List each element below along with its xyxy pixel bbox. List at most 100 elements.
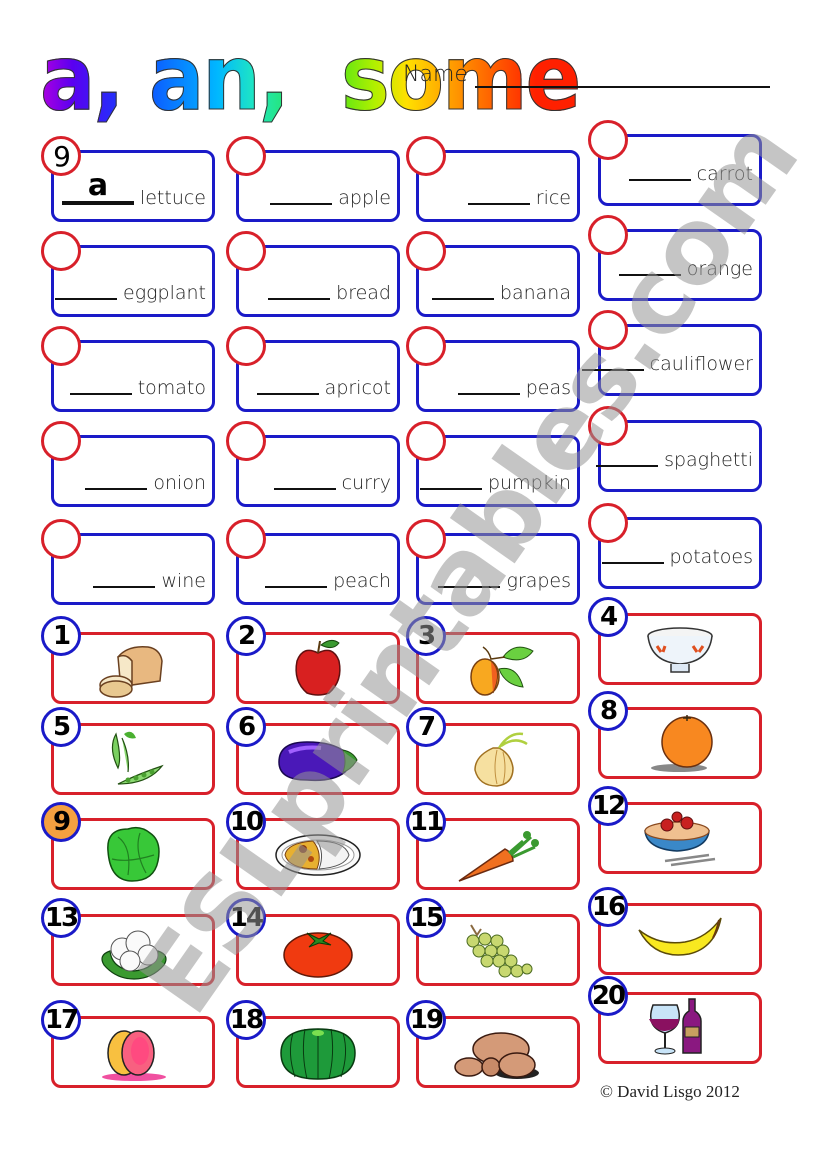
answer-blank[interactable]: [55, 278, 118, 300]
picture-number: 20: [591, 981, 626, 1011]
answer-blank[interactable]: [431, 278, 494, 300]
picture-number: 4: [599, 602, 618, 632]
picture-number: 12: [591, 791, 626, 821]
number-answer-circle[interactable]: [226, 326, 266, 366]
number-answer-circle[interactable]: [588, 120, 628, 160]
answer-blank[interactable]: [601, 542, 664, 564]
word-label: curry: [341, 472, 391, 494]
picture-number: 13: [44, 903, 79, 933]
number-answer-circle[interactable]: [406, 421, 446, 461]
picture-number: 17: [44, 1005, 79, 1035]
number-answer-circle[interactable]: [226, 231, 266, 271]
number-answer-circle[interactable]: [226, 421, 266, 461]
picture-number-circle: 12: [588, 786, 628, 826]
word-label: spaghetti: [664, 449, 753, 471]
word-label: onion: [153, 472, 206, 494]
picture-number-circle: 5: [41, 707, 81, 747]
apricot-icon: [453, 637, 543, 699]
picture-number: 14: [229, 903, 264, 933]
answer-blank[interactable]: [268, 278, 331, 300]
orange-icon: [635, 712, 725, 774]
answer-blank[interactable]: a: [61, 168, 134, 205]
picture-number-circle: 1: [41, 616, 81, 656]
picture-number: 8: [599, 696, 618, 726]
word-line: a lettuce: [61, 168, 206, 209]
name-label: Name: [403, 62, 468, 87]
word-line: orange: [618, 254, 753, 280]
number-answer-circle[interactable]: 9: [41, 136, 81, 176]
carrot-icon: [453, 823, 543, 885]
word-line: rice: [467, 183, 571, 209]
picture-number-circle: 4: [588, 597, 628, 637]
banana-icon: [635, 908, 725, 970]
answer-blank[interactable]: [457, 373, 520, 395]
name-input-line[interactable]: [475, 86, 770, 88]
word-line: apple: [270, 183, 391, 209]
number-answer-circle[interactable]: [406, 326, 446, 366]
answer-blank[interactable]: [618, 254, 681, 276]
number-answer-circle[interactable]: [41, 421, 81, 461]
number-answer-circle[interactable]: [41, 326, 81, 366]
word-label: wine: [161, 570, 206, 592]
number-answer-circle[interactable]: [406, 231, 446, 271]
answer-blank[interactable]: [420, 468, 482, 490]
peas-icon: [88, 728, 178, 790]
answer-blank[interactable]: [467, 183, 530, 205]
word-label: cauliflower: [649, 353, 753, 375]
picture-number: 6: [237, 712, 256, 742]
tomato-icon: [273, 919, 363, 981]
number-answer-circle[interactable]: [41, 231, 81, 271]
word-line: spaghetti: [596, 445, 753, 471]
number-answer-circle[interactable]: [406, 519, 446, 559]
answer-blank[interactable]: [69, 373, 132, 395]
word-line: curry: [273, 468, 391, 494]
answer-blank[interactable]: [596, 445, 659, 467]
picture-number-circle: 7: [406, 707, 446, 747]
picture-number: 1: [52, 621, 71, 651]
picture-number: 2: [237, 621, 256, 651]
word-label: pumpkin: [488, 472, 571, 494]
word-label: peas: [525, 377, 571, 399]
answer-blank[interactable]: [628, 159, 691, 181]
picture-number-circle: 18: [226, 1000, 266, 1040]
picture-number-circle: 13: [41, 898, 81, 938]
number-answer-circle[interactable]: [588, 310, 628, 350]
pumpkin-icon: [273, 1021, 363, 1083]
picture-number: 15: [409, 903, 444, 933]
answer-blank[interactable]: [265, 566, 328, 588]
picture-number: 9: [52, 807, 71, 837]
answer-blank[interactable]: [85, 468, 148, 490]
answer-blank[interactable]: [93, 566, 156, 588]
picture-number: 3: [417, 621, 436, 651]
number-answer-circle[interactable]: [226, 136, 266, 176]
number-answer-circle[interactable]: [588, 215, 628, 255]
answer-text: a: [87, 168, 109, 203]
number-answer-circle[interactable]: [588, 406, 628, 446]
eggplant-icon: [273, 728, 363, 790]
word-label: carrot: [696, 163, 753, 185]
answer-blank[interactable]: [256, 373, 319, 395]
word-label: grapes: [506, 570, 571, 592]
number-answer-circle[interactable]: [588, 503, 628, 543]
answer-blank[interactable]: [270, 183, 333, 205]
answer-blank[interactable]: [438, 566, 501, 588]
word-label: apple: [338, 187, 391, 209]
number-answer-circle[interactable]: [406, 136, 446, 176]
word-line: peas: [457, 373, 571, 399]
word-label: potatoes: [669, 546, 753, 568]
rice-bowl-icon: [635, 618, 725, 680]
potatoes-icon: [453, 1021, 543, 1083]
word-line: carrot: [628, 159, 753, 185]
picture-number: 18: [229, 1005, 264, 1035]
picture-number: 11: [409, 807, 444, 837]
number-answer-circle[interactable]: [226, 519, 266, 559]
picture-number-circle: 3: [406, 616, 446, 656]
curry-icon: [273, 823, 363, 885]
answer-blank[interactable]: [581, 349, 644, 371]
word-line: apricot: [256, 373, 391, 399]
answer-blank[interactable]: [273, 468, 336, 490]
number-answer-circle[interactable]: [41, 519, 81, 559]
peach-icon: [88, 1021, 178, 1083]
picture-number-circle: 2: [226, 616, 266, 656]
word-line: potatoes: [601, 542, 753, 568]
